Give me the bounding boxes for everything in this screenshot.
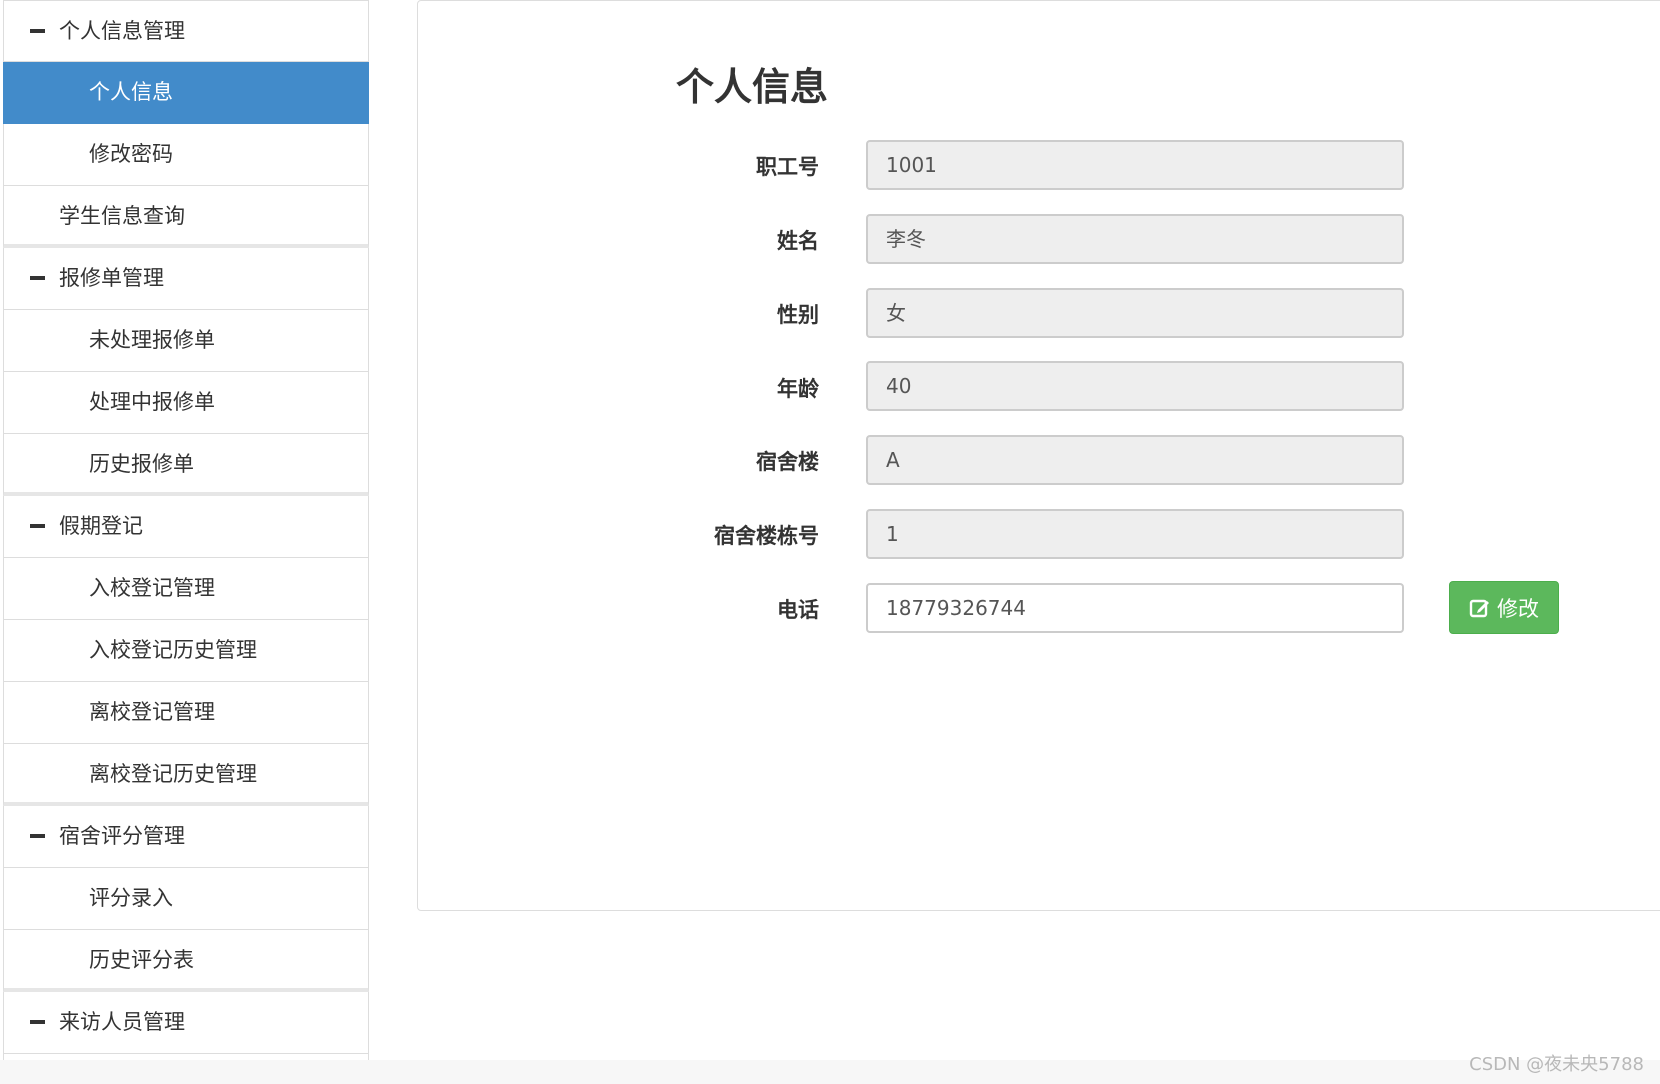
sidebar-item-label: 离校登记历史管理 — [89, 762, 257, 786]
sidebar-item-label: 学生信息查询 — [59, 204, 185, 228]
employee-id-field: 1001 — [866, 140, 1404, 190]
sidebar-item-label: 评分录入 — [89, 886, 173, 910]
sidebar-item-label: 处理中报修单 — [89, 390, 215, 414]
sidebar-group-personal-info[interactable]: 个人信息管理 — [3, 0, 369, 62]
collapse-minus-icon — [30, 276, 45, 280]
dorm-building-label: 宿舍楼 — [756, 450, 819, 474]
sidebar-item-enter-school[interactable]: 入校登记管理 — [3, 558, 369, 620]
sidebar-item-repair-processing[interactable]: 处理中报修单 — [3, 372, 369, 434]
bottom-shade — [0, 1060, 1660, 1084]
name-label: 姓名 — [777, 229, 819, 253]
sidebar-item-personal-info[interactable]: 个人信息 — [3, 62, 369, 124]
sidebar-item-repair-pending[interactable]: 未处理报修单 — [3, 310, 369, 372]
collapse-minus-icon — [30, 1020, 45, 1024]
sidebar-item-student-query[interactable]: 学生信息查询 — [3, 186, 369, 248]
gender-label: 性别 — [777, 303, 819, 327]
edit-button-label: 修改 — [1497, 596, 1539, 621]
sidebar-item-label: 历史评分表 — [89, 948, 194, 972]
sidebar-item-label: 个人信息 — [89, 80, 173, 104]
dorm-building-number-label: 宿舍楼栋号 — [714, 524, 819, 548]
sidebar-item-label: 个人信息管理 — [59, 19, 185, 43]
phone-label: 电话 — [777, 598, 819, 622]
sidebar-group-repair[interactable]: 报修单管理 — [3, 248, 369, 310]
sidebar-item-label: 入校登记管理 — [89, 576, 215, 600]
sidebar-item-leave-school[interactable]: 离校登记管理 — [3, 682, 369, 744]
edit-button[interactable]: 修改 — [1449, 581, 1559, 634]
edit-icon — [1469, 599, 1489, 617]
phone-input[interactable] — [866, 583, 1404, 633]
age-label: 年龄 — [777, 377, 819, 401]
collapse-minus-icon — [30, 29, 45, 33]
sidebar-item-enter-school-history[interactable]: 入校登记历史管理 — [3, 620, 369, 682]
sidebar-group-holiday[interactable]: 假期登记 — [3, 496, 369, 558]
dorm-building-field: A — [866, 435, 1404, 485]
employee-id-label: 职工号 — [756, 155, 819, 179]
sidebar-item-label: 报修单管理 — [59, 266, 164, 290]
age-field: 40 — [866, 361, 1404, 411]
sidebar-group-dorm-score[interactable]: 宿舍评分管理 — [3, 806, 369, 868]
sidebar-item-change-password[interactable]: 修改密码 — [3, 124, 369, 186]
page-title: 个人信息 — [676, 65, 829, 109]
page: 个人信息管理 个人信息 修改密码 学生信息查询 报修单管理 未处理报修单 处理中… — [0, 0, 1660, 1084]
sidebar-item-label: 来访人员管理 — [59, 1010, 185, 1034]
gender-field: 女 — [866, 288, 1404, 338]
collapse-minus-icon — [30, 834, 45, 838]
dorm-building-number-field: 1 — [866, 509, 1404, 559]
sidebar-item-score-history[interactable]: 历史评分表 — [3, 930, 369, 992]
sidebar-item-label: 未处理报修单 — [89, 328, 215, 352]
sidebar-item-label: 历史报修单 — [89, 452, 194, 476]
sidebar-item-leave-school-history[interactable]: 离校登记历史管理 — [3, 744, 369, 806]
watermark: CSDN @夜未央5788 — [1469, 1054, 1644, 1075]
sidebar-item-label: 假期登记 — [59, 514, 143, 538]
sidebar-item-label: 宿舍评分管理 — [59, 824, 185, 848]
sidebar-item-label: 修改密码 — [89, 142, 173, 166]
sidebar-item-label: 离校登记管理 — [89, 700, 215, 724]
sidebar-item-score-entry[interactable]: 评分录入 — [3, 868, 369, 930]
sidebar-group-visitors[interactable]: 来访人员管理 — [3, 992, 369, 1054]
name-field: 李冬 — [866, 214, 1404, 264]
sidebar-item-repair-history[interactable]: 历史报修单 — [3, 434, 369, 496]
sidebar-nav: 个人信息管理 个人信息 修改密码 学生信息查询 报修单管理 未处理报修单 处理中… — [3, 0, 369, 1084]
sidebar-item-label: 入校登记历史管理 — [89, 638, 257, 662]
collapse-minus-icon — [30, 524, 45, 528]
